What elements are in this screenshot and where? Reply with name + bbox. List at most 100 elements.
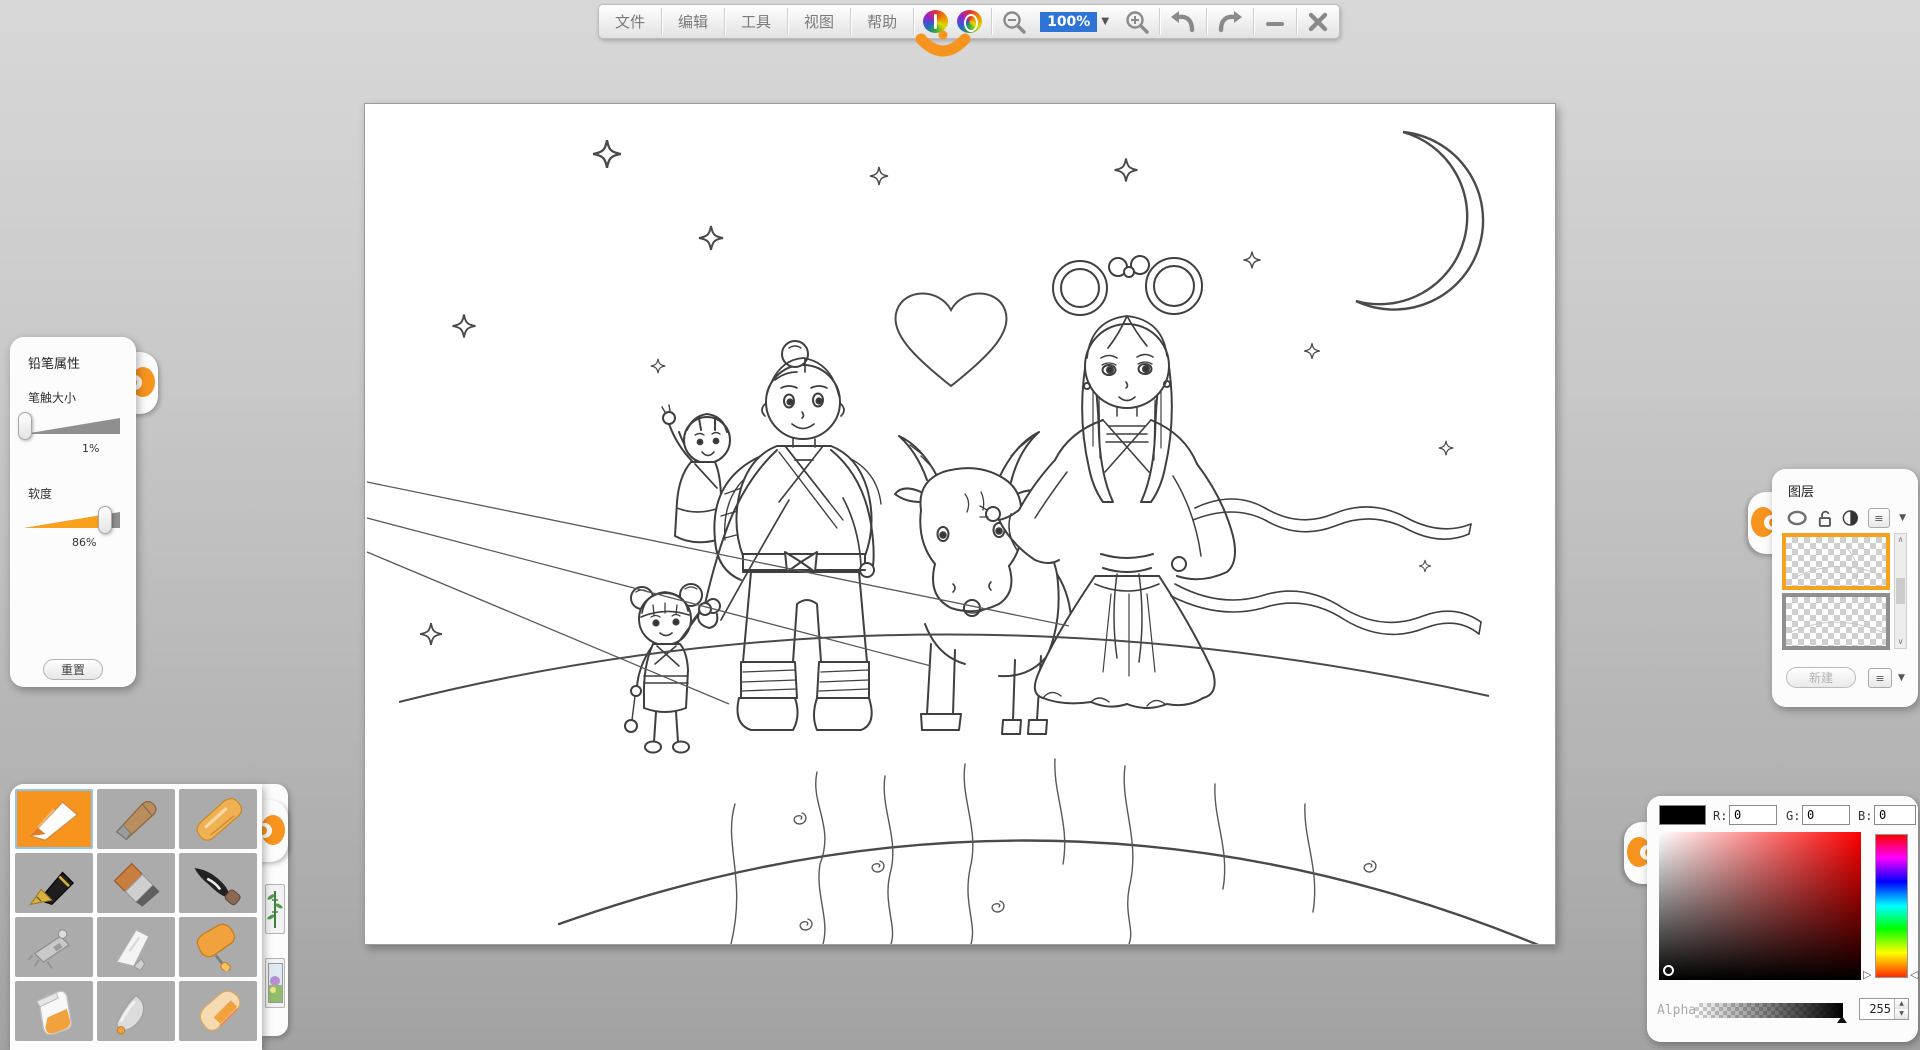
brush-size-slider[interactable] [24, 415, 120, 437]
menu-tools[interactable]: 工具 [725, 5, 787, 38]
girl-child [625, 584, 711, 753]
menu-edit[interactable]: 编辑 [662, 5, 724, 38]
tool-charcoal-stick[interactable] [97, 789, 175, 849]
tool-palette [10, 784, 262, 1050]
layers-panel: 图层 ≡ ▼ ∧ ∨ 新建 ≡ ▼ [1772, 469, 1918, 707]
fountain-pen-icon [24, 859, 84, 907]
tool-crayon[interactable] [179, 789, 257, 849]
brush-size-label: 笔触大小 [28, 389, 76, 406]
tool-fountain-pen[interactable] [15, 853, 93, 913]
color-field-cursor[interactable] [1663, 965, 1674, 976]
alpha-spin-up[interactable]: ▲ [1895, 999, 1908, 1009]
airbrush-icon [24, 923, 84, 971]
hue-marker-right[interactable]: ◁ [1910, 968, 1918, 981]
alpha-value[interactable]: 255 [1860, 999, 1894, 1019]
new-layer-button[interactable]: 新建 [1786, 667, 1856, 688]
alpha-slider-marker[interactable] [1837, 1016, 1847, 1023]
layer-menu-icon[interactable]: ≡ [1868, 508, 1890, 528]
bamboo-stamp-button[interactable] [265, 884, 285, 934]
pencil-panel-title: 铅笔属性 [28, 353, 80, 372]
tool-paint-jar[interactable] [15, 981, 93, 1041]
layers-scrollbar[interactable]: ∧ ∨ [1894, 533, 1907, 649]
heart-outline [895, 294, 1006, 387]
crayon-icon [188, 795, 248, 843]
minimize-icon[interactable] [1254, 5, 1296, 38]
menu-view[interactable]: 视图 [788, 5, 850, 38]
reset-button[interactable]: 重置 [43, 659, 103, 680]
zoom-level-value[interactable]: 100% [1040, 12, 1097, 32]
paint-brush-icon [106, 859, 166, 907]
current-color-swatch[interactable] [1659, 805, 1706, 825]
menu-file[interactable]: 文件 [599, 5, 661, 38]
alpha-spin-down[interactable]: ▼ [1895, 1009, 1908, 1019]
eraser-icon [188, 987, 248, 1035]
layers-bottom-menu-caret[interactable]: ▼ [1898, 673, 1905, 683]
tool-eraser[interactable] [179, 981, 257, 1041]
blue-input[interactable] [1874, 805, 1916, 825]
green-label: G: [1786, 809, 1800, 823]
color-picker-panel: R: G: B: ▷ ◁ Alpha 255 ▲ ▼ [1647, 796, 1918, 1042]
cowherd [698, 341, 881, 730]
tool-ink-brush[interactable] [179, 853, 257, 913]
tool-marker-knife[interactable] [97, 981, 175, 1041]
layer-2-preview [1786, 597, 1886, 646]
palette-knife-icon [106, 923, 166, 971]
tool-palette-knife[interactable] [97, 917, 175, 977]
app-root: { "toolbar": { "menus": ["文件", "编辑", "工具… [0, 0, 1920, 1050]
scroll-up-arrow[interactable]: ∧ [1895, 534, 1906, 546]
alpha-label: Alpha [1657, 1003, 1696, 1018]
zoom-in-icon[interactable] [1115, 5, 1159, 38]
alpha-slider[interactable] [1695, 1003, 1843, 1018]
bamboo-icon [267, 888, 283, 930]
softness-label: 软度 [28, 485, 52, 502]
weaver-girl [980, 256, 1481, 708]
milky-way-river [559, 759, 1555, 944]
red-input[interactable] [1729, 805, 1777, 825]
softness-value: 86% [72, 536, 96, 549]
hue-bar[interactable] [1875, 834, 1908, 978]
zoom-level-caret[interactable]: ▼ [1099, 16, 1115, 27]
blue-label: B: [1858, 809, 1872, 823]
marker-knife-icon [106, 987, 166, 1035]
saturation-value-field[interactable] [1659, 832, 1861, 980]
opacity-icon[interactable] [1842, 509, 1859, 527]
scroll-down-arrow[interactable]: ∨ [1895, 636, 1906, 648]
line-art-drawing [365, 104, 1555, 944]
tool-grid [15, 789, 257, 1041]
layer-item-1[interactable] [1782, 533, 1890, 590]
tool-paint-roller[interactable] [179, 917, 257, 977]
ink-brush-icon [188, 859, 248, 907]
hue-marker-left[interactable]: ▷ [1863, 968, 1871, 981]
drawing-canvas[interactable] [364, 103, 1556, 945]
layer-1-preview [1786, 537, 1886, 586]
paint-jar-icon [24, 987, 84, 1035]
crescent-moon [1356, 132, 1483, 310]
redo-icon[interactable] [1207, 5, 1253, 38]
zoom-out-icon[interactable] [992, 5, 1036, 38]
picture-icon [268, 963, 283, 1003]
tool-paint-brush[interactable] [97, 853, 175, 913]
close-icon[interactable] [1297, 5, 1339, 38]
undo-icon[interactable] [1160, 5, 1206, 38]
paint-roller-icon [188, 923, 248, 971]
layer-menu-caret[interactable]: ▼ [1899, 513, 1906, 523]
layers-bottom-menu-icon[interactable]: ≡ [1868, 668, 1892, 688]
tool-pencil[interactable] [15, 789, 93, 849]
scrollbar-thumb[interactable] [1896, 578, 1905, 604]
layers-panel-title: 图层 [1788, 481, 1814, 500]
charcoal-stick-icon [106, 795, 166, 843]
picture-stamp-button[interactable] [265, 958, 285, 1008]
pencil-icon [24, 795, 84, 843]
green-input[interactable] [1802, 805, 1850, 825]
brush-size-slider-thumb[interactable] [18, 412, 32, 440]
tool-airbrush[interactable] [15, 917, 93, 977]
menu-help[interactable]: 帮助 [851, 5, 913, 38]
unlock-icon[interactable] [1817, 509, 1833, 528]
alpha-spinner: 255 ▲ ▼ [1859, 998, 1909, 1020]
layer-item-2[interactable] [1782, 593, 1890, 650]
brush-size-value: 1% [82, 442, 99, 455]
mascot-smile-handle[interactable] [912, 30, 974, 64]
softness-slider-thumb[interactable] [98, 506, 112, 534]
red-label: R: [1713, 809, 1727, 823]
visibility-icon[interactable] [1786, 509, 1808, 527]
